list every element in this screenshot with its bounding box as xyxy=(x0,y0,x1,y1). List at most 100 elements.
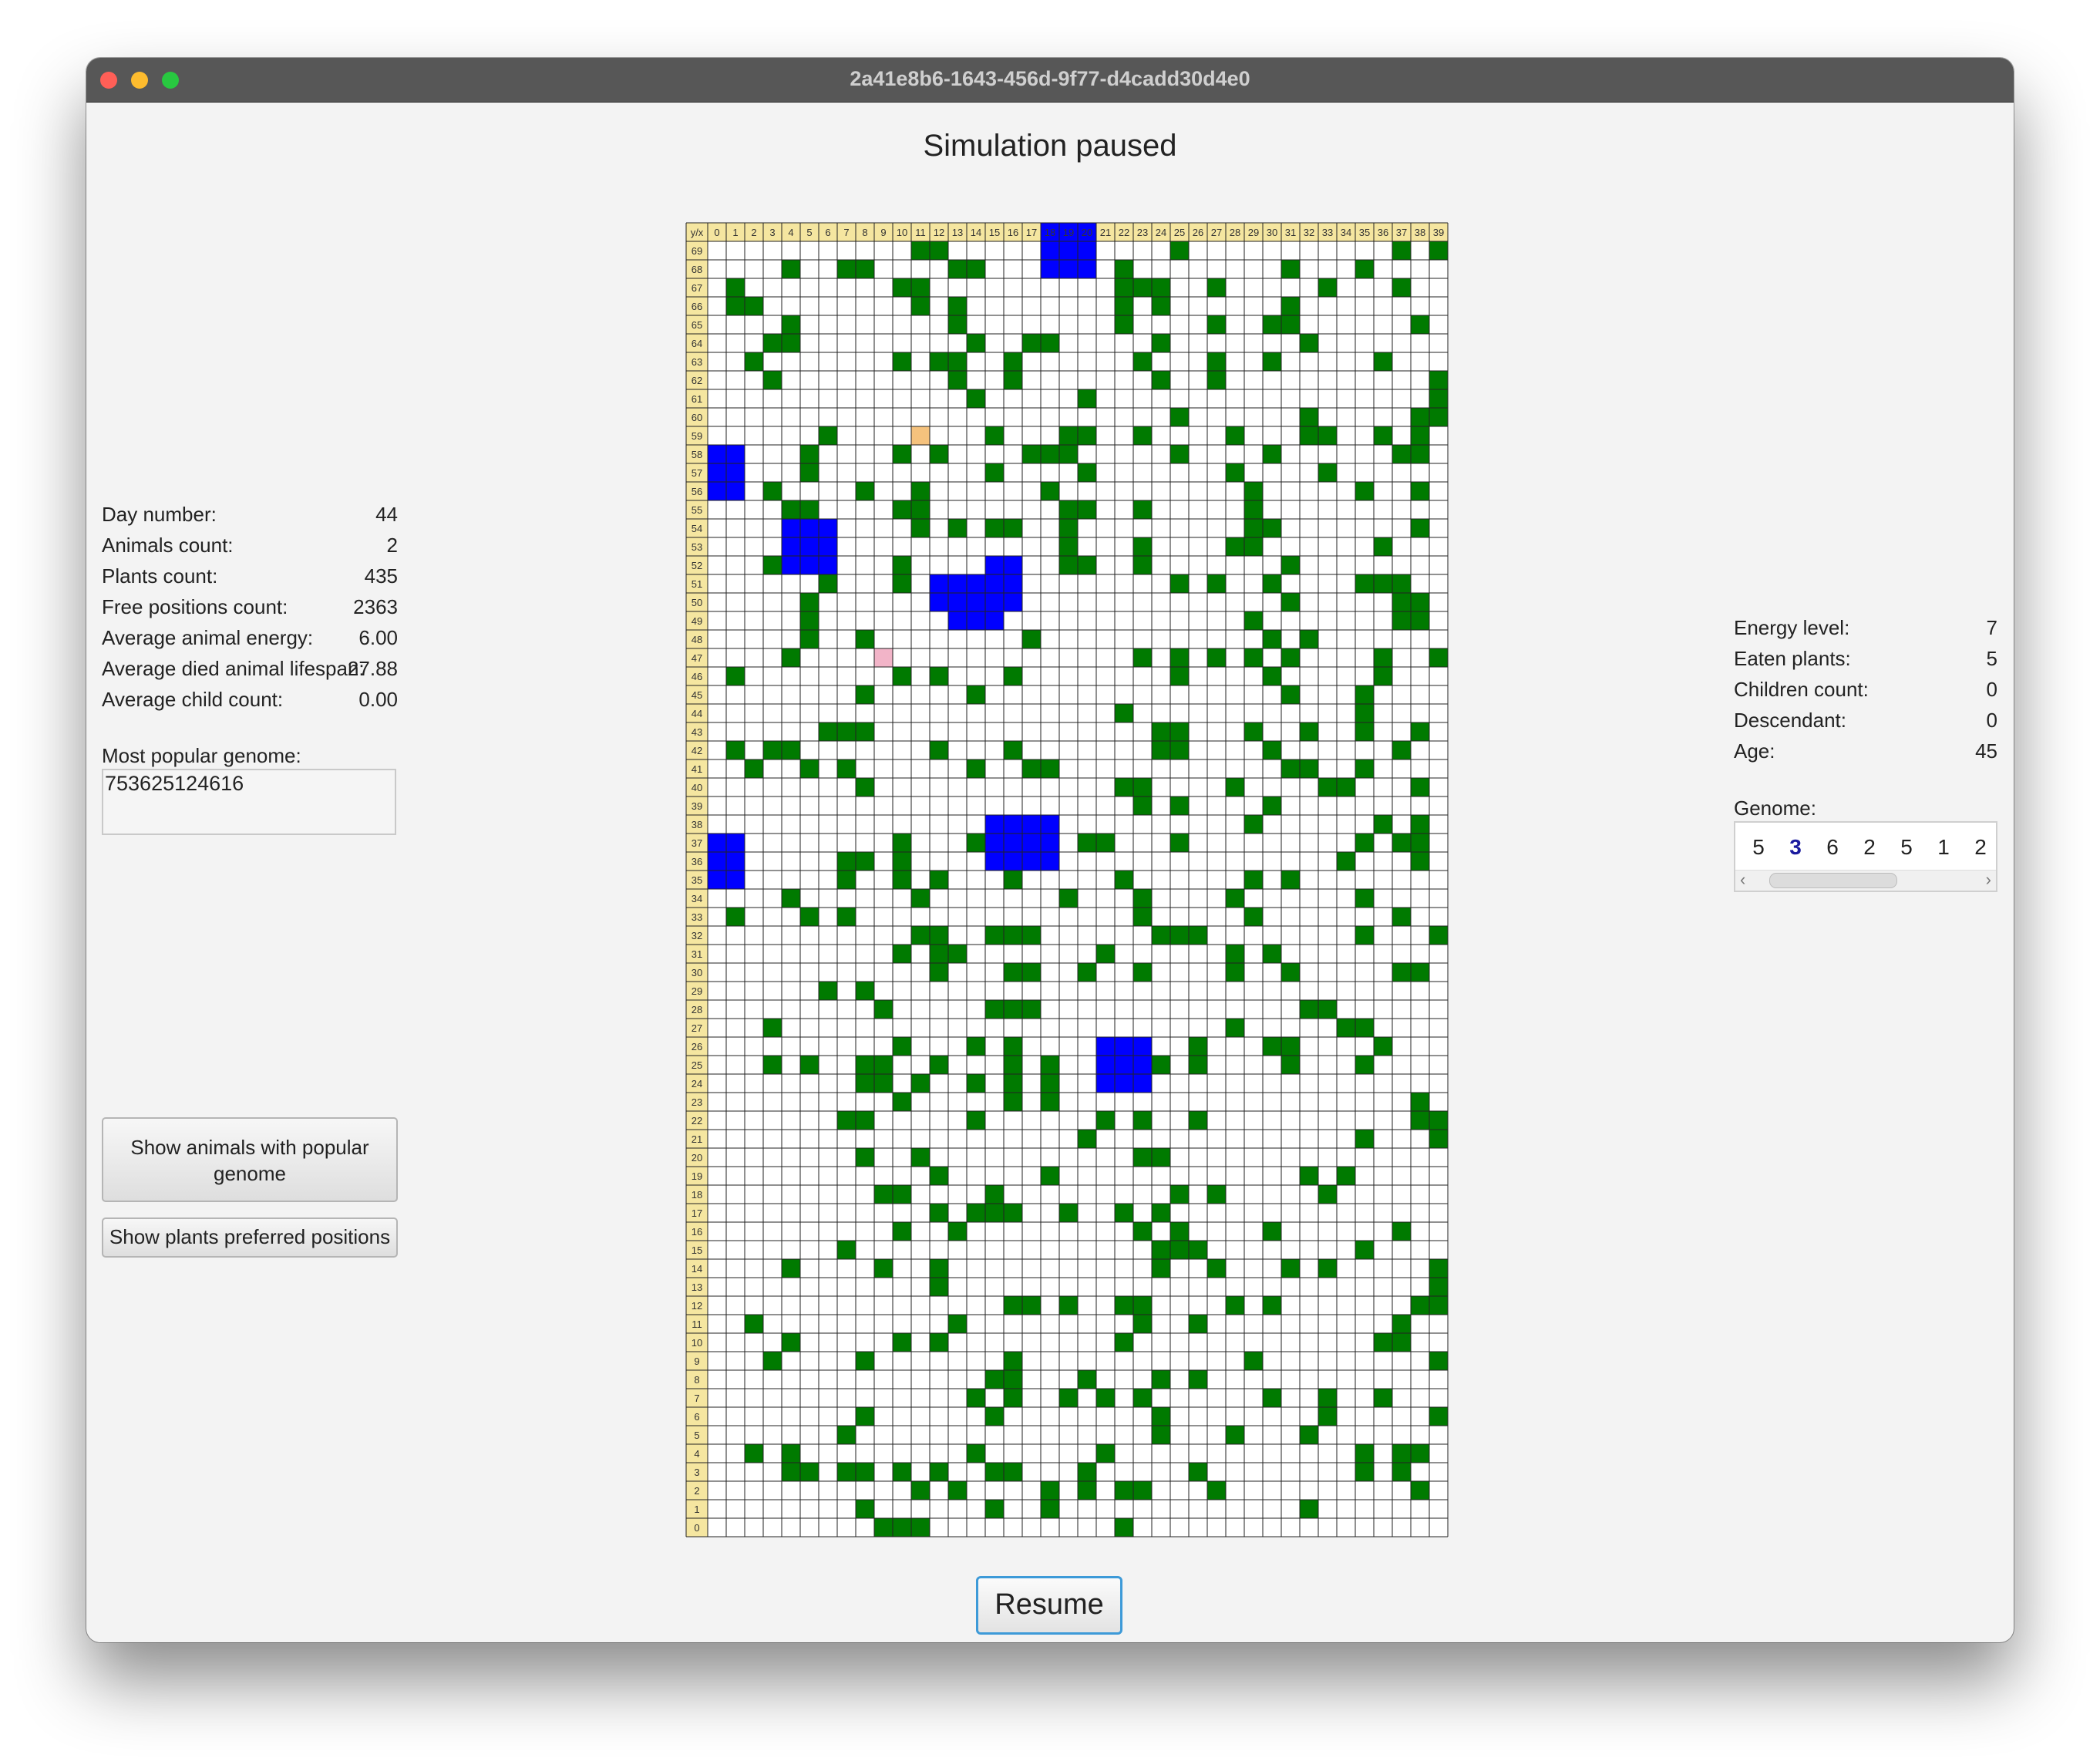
map-x-label: 20 xyxy=(1082,227,1092,238)
show-popular-genome-animals-button[interactable]: Show animals with popular genome xyxy=(102,1117,398,1202)
genome-scrollbar[interactable]: ‹ › xyxy=(1735,870,1996,891)
plant-cell xyxy=(1281,963,1300,982)
plant-cell xyxy=(782,260,800,278)
plant-cell xyxy=(985,1000,1004,1019)
plant-cell xyxy=(1078,834,1096,852)
map-y-label: 22 xyxy=(692,1115,702,1127)
plant-cell xyxy=(911,241,930,260)
map-y-label: 15 xyxy=(692,1244,702,1256)
plant-cell xyxy=(856,1111,874,1130)
plant-cell xyxy=(1374,648,1392,667)
world-map-grid[interactable]: y/x 0 1 2 3 4 5 6 7 8 9 10 11 12 13 14 15 16 17 18 19 20 21 22 2… xyxy=(685,222,1449,1537)
plant-cell xyxy=(1170,445,1189,463)
plant-cell xyxy=(1189,1370,1207,1389)
map-x-label: 1 xyxy=(732,227,738,238)
plant-cell xyxy=(948,297,967,315)
map-x-label: 31 xyxy=(1285,227,1296,238)
plant-cell xyxy=(1263,945,1281,963)
map-y-label: 32 xyxy=(692,930,702,941)
plant-cell xyxy=(856,982,874,1000)
plant-cell xyxy=(948,1222,967,1241)
plant-cell xyxy=(782,1259,800,1278)
plant-cell xyxy=(800,759,819,778)
plant-cell xyxy=(1429,1130,1448,1148)
scroll-left-icon[interactable]: ‹ xyxy=(1740,871,1745,889)
plant-cell xyxy=(1411,611,1429,630)
animal-stat-label: Descendant: xyxy=(1734,709,1846,732)
plant-cell xyxy=(819,982,837,1000)
map-x-label: 18 xyxy=(1045,227,1055,238)
plant-cell xyxy=(1281,1056,1300,1074)
plant-cell xyxy=(1004,741,1022,759)
plant-cell xyxy=(1059,1296,1078,1315)
plant-cell xyxy=(837,1463,856,1481)
plant-cell xyxy=(1152,1259,1170,1278)
map-y-label: 66 xyxy=(692,301,702,312)
plant-cell xyxy=(745,352,763,371)
map-y-label: 46 xyxy=(692,671,702,682)
plant-cell xyxy=(1429,1352,1448,1370)
map-y-label: 64 xyxy=(692,338,702,349)
plant-cell xyxy=(1133,648,1152,667)
plant-cell xyxy=(1244,722,1263,741)
animal-stat-value: 7 xyxy=(1986,616,1997,639)
map-y-label: 59 xyxy=(692,430,702,442)
map-y-label: 31 xyxy=(692,948,702,960)
plant-cell xyxy=(874,1056,893,1074)
plant-cell xyxy=(819,574,837,593)
plant-cell xyxy=(1318,1407,1337,1426)
popular-genome-label: Most popular genome: xyxy=(102,744,301,767)
animal-stat-label: Eaten plants: xyxy=(1734,647,1851,670)
plant-cell xyxy=(782,500,800,519)
plant-cell xyxy=(782,889,800,908)
world-map[interactable]: y/x 0 1 2 3 4 5 6 7 8 9 10 11 12 13 14 15 16 17 18 19 20 21 22 2… xyxy=(685,222,1449,1541)
map-y-label: 21 xyxy=(692,1133,702,1145)
plant-cell xyxy=(985,1407,1004,1426)
plant-cell xyxy=(763,556,782,574)
plant-cell xyxy=(1152,1056,1170,1074)
plant-cell xyxy=(967,260,985,278)
plant-cell xyxy=(948,371,967,389)
plant-cell xyxy=(1004,1204,1022,1222)
plant-cell xyxy=(1392,611,1411,630)
stat-label: Day number: xyxy=(102,503,217,526)
plant-cell xyxy=(1004,1056,1022,1074)
plant-cell xyxy=(1355,722,1374,741)
plant-cell xyxy=(1170,796,1189,815)
plant-cell xyxy=(911,519,930,537)
map-y-label: 23 xyxy=(692,1096,702,1108)
show-plants-preferred-positions-button[interactable]: Show plants preferred positions xyxy=(102,1217,398,1258)
plant-cell xyxy=(837,1426,856,1444)
plant-cell xyxy=(1189,1463,1207,1481)
plant-cell xyxy=(1281,759,1300,778)
map-y-label: 41 xyxy=(692,763,702,775)
plant-cell xyxy=(1152,1148,1170,1167)
genome-gene: 6 xyxy=(1814,830,1851,864)
plant-cell xyxy=(856,1500,874,1518)
plant-cell xyxy=(1281,297,1300,315)
popular-genome-field[interactable]: 753625124616 xyxy=(102,769,396,835)
stat-label: Average died animal lifespan: xyxy=(102,657,365,680)
plant-cell xyxy=(1170,241,1189,260)
plant-cell xyxy=(893,945,911,963)
map-y-label: 60 xyxy=(692,412,702,423)
highlight-cell xyxy=(874,648,893,667)
genome-viewer[interactable]: 5362512 ‹ › xyxy=(1734,821,1997,892)
plant-cell xyxy=(893,852,911,871)
map-y-label: 42 xyxy=(692,745,702,756)
stat-value: 2 xyxy=(386,534,398,557)
plant-cell xyxy=(948,352,967,371)
plant-cell xyxy=(985,926,1004,945)
plant-cell xyxy=(1281,260,1300,278)
map-y-label: 17 xyxy=(692,1207,702,1219)
plant-cell xyxy=(1170,408,1189,426)
stat-row: Average animal energy: 6.00 xyxy=(102,626,398,654)
scroll-right-icon[interactable]: › xyxy=(1986,871,1991,889)
plant-cell xyxy=(1263,519,1281,537)
animal-stat-value: 0 xyxy=(1986,678,1997,701)
map-y-label: 40 xyxy=(692,782,702,793)
plant-cell xyxy=(1041,1056,1059,1074)
scrollbar-thumb[interactable] xyxy=(1769,873,1897,888)
plant-cell xyxy=(911,500,930,519)
resume-button[interactable]: Resume xyxy=(976,1576,1122,1635)
